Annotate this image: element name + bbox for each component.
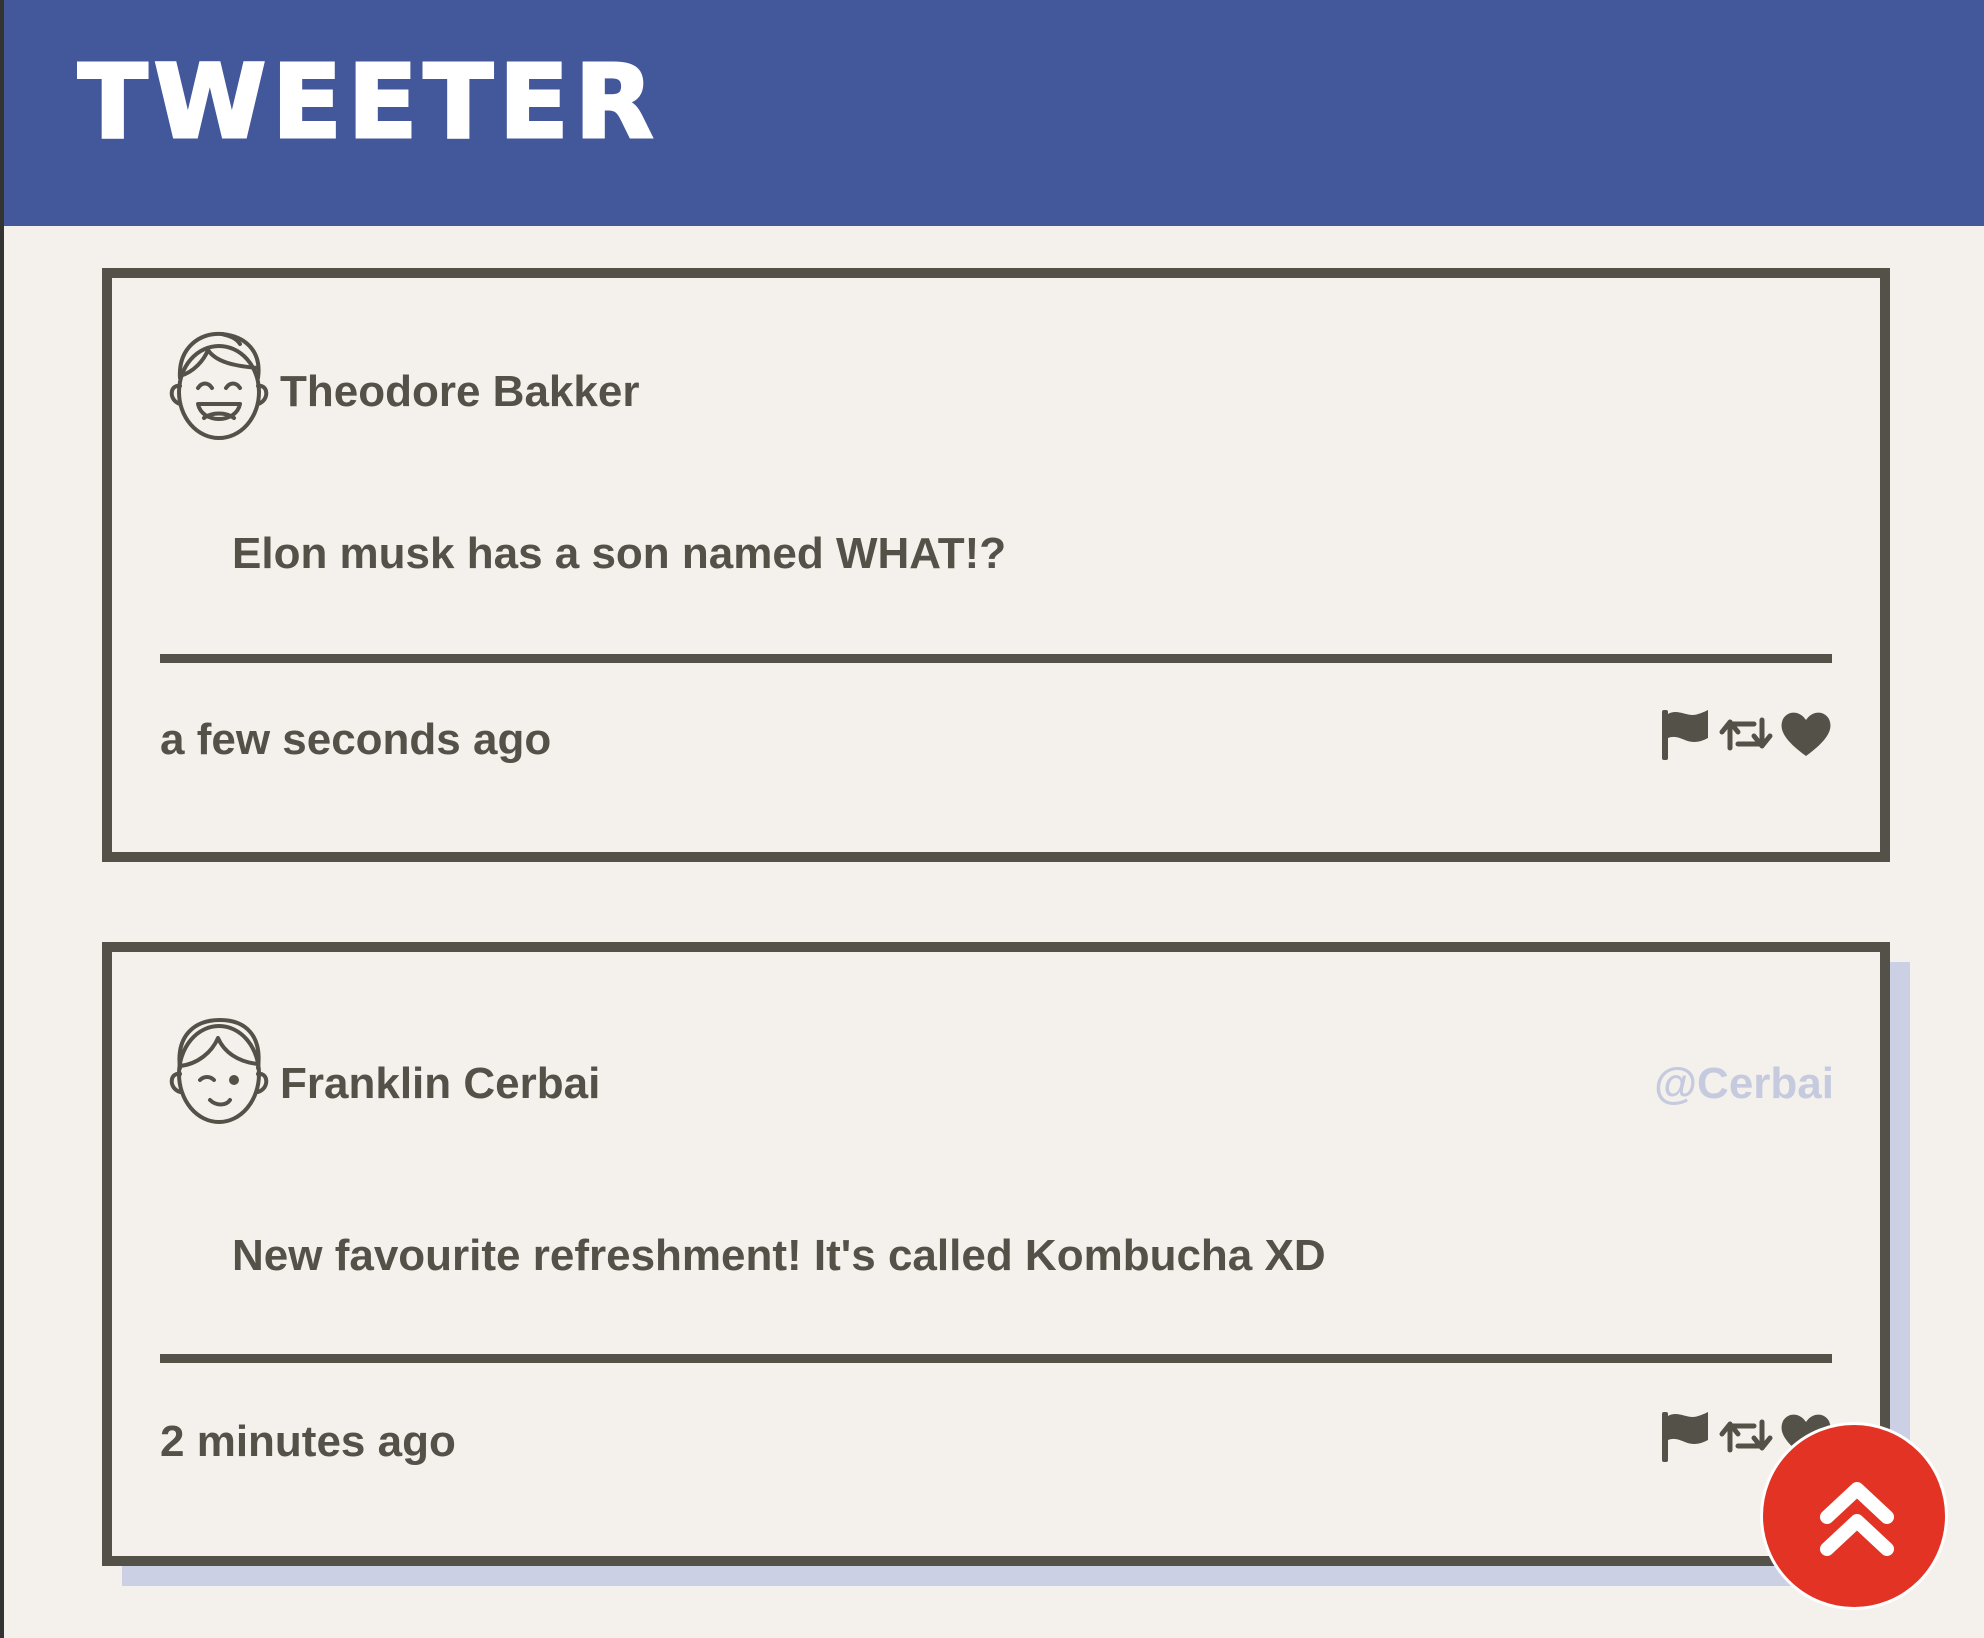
tweet-author-handle[interactable]: @Cerbai [1654, 1062, 1834, 1106]
double-chevron-up-icon [1820, 1482, 1894, 1556]
flag-icon[interactable] [1658, 704, 1714, 764]
tweet-timestamp: a few seconds ago [160, 715, 552, 764]
app-logo[interactable]: TWEETER [76, 50, 659, 155]
window-edge [0, 0, 4, 1638]
flag-icon[interactable] [1658, 1406, 1714, 1466]
top-nav: TWEETER [4, 0, 1984, 226]
tweet-divider [160, 1354, 1832, 1363]
tweet-author-name: Theodore Bakker [280, 367, 640, 416]
tweet-timestamp: 2 minutes ago [160, 1417, 456, 1466]
retweet-icon[interactable] [1718, 704, 1774, 764]
laughing-face-icon [164, 326, 274, 446]
tweet-divider [160, 654, 1832, 663]
tweet-card: Theodore Bakker Elon musk has a son name… [102, 268, 1890, 862]
retweet-icon[interactable] [1718, 1406, 1774, 1466]
winking-face-icon [164, 1012, 274, 1132]
tweet-author-name: Franklin Cerbai [280, 1059, 601, 1108]
heart-icon[interactable] [1778, 704, 1834, 764]
tweet-content: Elon musk has a son named WHAT!? [232, 529, 1007, 578]
tweet-card: Franklin Cerbai @Cerbai New favourite re… [102, 942, 1890, 1566]
scroll-to-top-button[interactable] [1760, 1422, 1948, 1610]
tweet-actions [1658, 704, 1834, 764]
tweet-content: New favourite refreshment! It's called K… [232, 1231, 1326, 1280]
